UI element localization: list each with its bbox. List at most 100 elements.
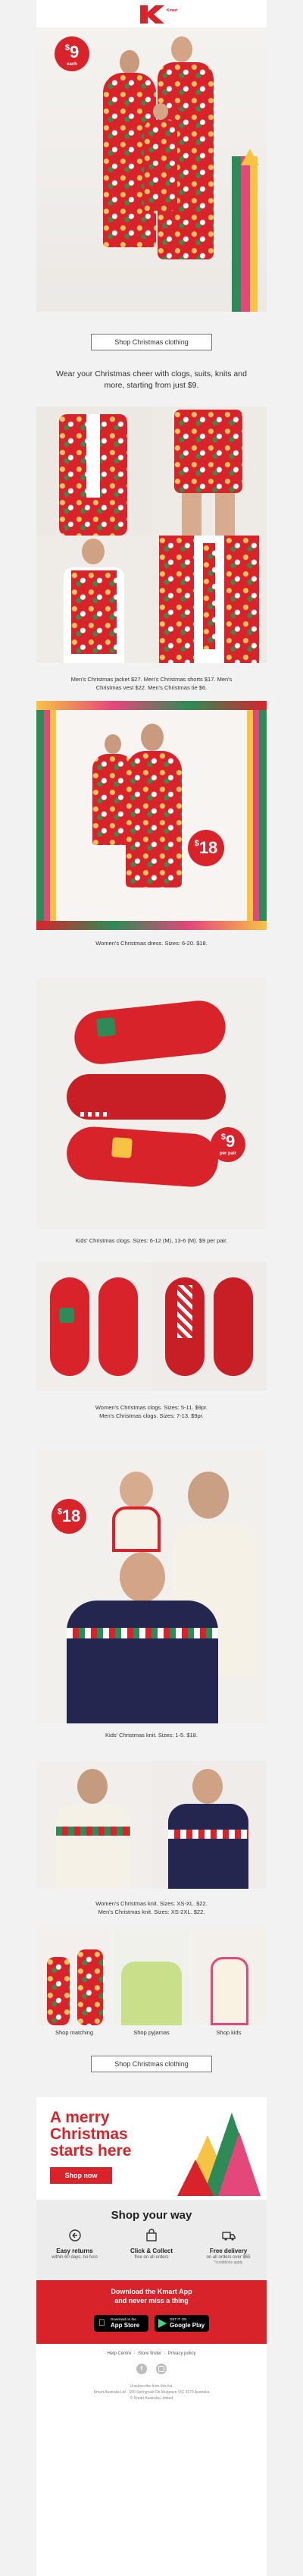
app-store-label: App Store: [111, 2322, 140, 2329]
shop-pyjamas-image[interactable]: [114, 1927, 189, 2025]
kmart-logo[interactable]: Kmart: [125, 3, 178, 24]
footer-legal-1[interactable]: Unsubscribe from this list.: [36, 2383, 267, 2389]
shop-your-way-section: Shop your way Easy returns within 60 day…: [36, 2200, 267, 2280]
woman-head: [77, 1769, 108, 1804]
google-play-label: Google Play: [170, 2322, 205, 2329]
shop-now-button[interactable]: Shop now: [50, 2167, 112, 2184]
free-delivery-item[interactable]: Free delivery on all orders over $65 *co…: [190, 2229, 267, 2265]
tree-shape-red: [177, 2160, 214, 2196]
dresses-image[interactable]: $18: [36, 701, 267, 930]
intro-text: Wear your Christmas cheer with clogs, su…: [56, 369, 247, 390]
adult-knits-caption-1: Women's Christmas knit. Sizes: XS-XL. $2…: [95, 1900, 208, 1907]
adult-knits-caption-2: Men's Christmas knit. Sizes: XS-2XL. $22…: [98, 1908, 205, 1915]
app-title-line-2: and never miss a thing: [114, 2297, 189, 2304]
man-sweater: [168, 1804, 248, 1889]
app-store-small: Download on the: [111, 2317, 136, 2321]
truck-icon: [221, 2232, 236, 2241]
clog-graphic: [214, 1277, 253, 1376]
kids-clogs-image[interactable]: $9 per pair: [36, 979, 267, 1229]
suit-vest-image[interactable]: [36, 536, 152, 663]
shop-pyjamas-link[interactable]: Shop pyjamas: [114, 2029, 189, 2036]
instagram-icon[interactable]: [156, 2364, 167, 2374]
pyjama-graphic: [77, 1949, 103, 2025]
store-finder-link[interactable]: Store finder: [138, 2351, 161, 2356]
bottom-border: [36, 921, 267, 930]
click-collect-item[interactable]: Click & Collect free on all orders: [113, 2229, 190, 2260]
adult-clogs-caption-2: Men's Christmas clogs. Sizes: 7-13. $9pr…: [99, 1412, 204, 1419]
shop-christmas-clothing-button[interactable]: Shop Christmas clothing: [91, 334, 212, 350]
svg-text:Kmart: Kmart: [167, 8, 178, 13]
dresses-caption: Women's Christmas dress. Sizes: 6-20. $1…: [95, 940, 208, 947]
top-border: [36, 701, 267, 710]
suit-shorts-image[interactable]: [152, 407, 267, 536]
clog-graphic: [71, 997, 229, 1067]
play-icon: [158, 2319, 167, 2328]
pyjama-graphic: [211, 1957, 248, 2025]
privacy-policy-link[interactable]: Privacy policy: [168, 2351, 196, 2356]
shop-kids-link[interactable]: Shop kids: [191, 2029, 267, 2036]
banner-line-2: Christmas: [50, 2125, 128, 2143]
shop-matching-link[interactable]: Shop matching: [36, 2029, 112, 2036]
man-head: [120, 1552, 165, 1602]
shop-matching-image[interactable]: [36, 1927, 112, 2025]
girl-head: [105, 734, 121, 754]
suits-caption: Men's Christmas jacket $27. Men's Christ…: [70, 676, 233, 691]
charm-graphic: [59, 1308, 74, 1323]
man-head: [171, 36, 192, 62]
mens-knit-image[interactable]: [152, 1761, 267, 1889]
shop-christmas-clothing-button-bottom[interactable]: Shop Christmas clothing: [91, 2056, 212, 2072]
banner-line-1: A merry: [50, 2109, 110, 2126]
man-head: [192, 1769, 223, 1804]
sweater-pattern: [168, 1830, 248, 1839]
price-badge: $18: [188, 830, 224, 866]
kids-knit-caption: Kids' Christmas knit. Sizes: 1-5. $18.: [105, 1732, 198, 1739]
tie-graphic: [203, 543, 215, 649]
easy-returns-title: Easy returns: [56, 2248, 93, 2254]
charm-graphic: [111, 1137, 133, 1158]
leg-left: [182, 493, 201, 536]
pyjama-graphic: [121, 1962, 182, 2025]
free-delivery-title: Free delivery: [209, 2248, 248, 2254]
help-centre-link[interactable]: Help Centre: [107, 2351, 131, 2356]
hero-image[interactable]: $9 each: [36, 27, 267, 312]
footer: Help Centre · Store finder · Privacy pol…: [36, 2344, 267, 2576]
shop-kids-image[interactable]: [191, 1927, 267, 2025]
woman-sweater: [56, 1804, 130, 1889]
womens-knit-image[interactable]: [36, 1761, 152, 1889]
price-badge: $9 each: [55, 36, 89, 71]
app-download-section: Download the Kmart App and never miss a …: [36, 2280, 267, 2344]
free-delivery-note: *conditions apply: [214, 2260, 243, 2265]
easy-returns-text: within 60 days, no fuss: [52, 2255, 98, 2260]
page: Kmart $9 each Shop Christmas clothing We…: [0, 0, 303, 2576]
footer-legal-2: Kmart Australia Ltd · 690 Springvale Rd …: [93, 2390, 210, 2395]
child-head: [120, 1472, 153, 1508]
pyjama-graphic: [47, 1957, 70, 2025]
facebook-icon[interactable]: f: [136, 2364, 147, 2374]
woman-head: [120, 50, 139, 74]
child-sweater: [112, 1506, 161, 1552]
bag-icon: [146, 2229, 157, 2241]
google-play-button[interactable]: GET IT ON Google Play: [155, 2315, 209, 2332]
kids-clogs-caption: Kids' Christmas clogs. Sizes: 6-12 (M), …: [75, 1237, 228, 1244]
footer-links: Help Centre · Store finder · Privacy pol…: [107, 2351, 196, 2356]
mens-clogs-image[interactable]: [152, 1262, 267, 1391]
clog-graphic: [98, 1277, 138, 1376]
christmas-banner[interactable]: A merry Christmas starts here Shop now: [36, 2097, 267, 2200]
strap-graphic: [80, 1112, 111, 1117]
price-badge: $9 per pair: [211, 1127, 245, 1162]
woman-head: [141, 724, 164, 751]
easy-returns-item[interactable]: Easy returns within 60 days, no fuss: [36, 2229, 113, 2260]
womens-clogs-image[interactable]: [36, 1262, 152, 1391]
app-store-button[interactable]:  Download on the App Store: [94, 2315, 148, 2332]
kids-knit-image[interactable]: $18: [36, 1449, 267, 1723]
sweater-pattern: [67, 1628, 218, 1638]
suit-jacket-image[interactable]: [36, 407, 152, 536]
click-collect-text: free on all orders: [134, 2255, 169, 2260]
google-play-small: GET IT ON: [170, 2317, 187, 2321]
woman-head: [188, 1472, 229, 1519]
price-badge: $18: [52, 1499, 86, 1534]
suit-tie-image[interactable]: [152, 536, 267, 663]
apple-icon: : [98, 2317, 105, 2328]
woman-dress: [126, 751, 182, 887]
shirt-graphic: [86, 414, 100, 498]
